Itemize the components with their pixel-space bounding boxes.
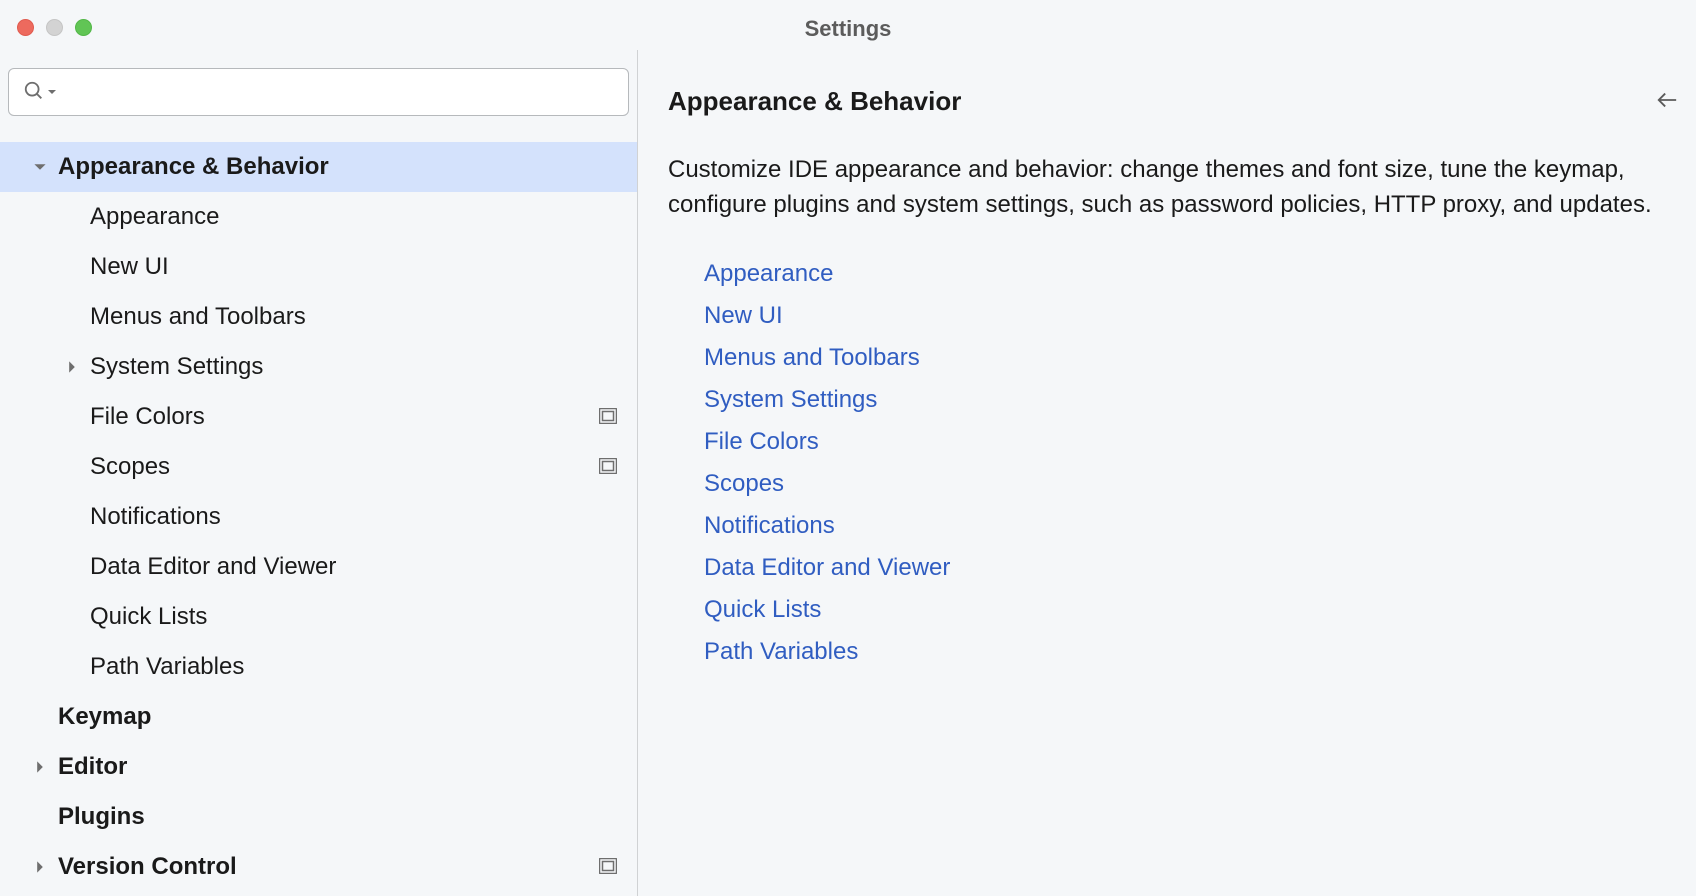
sidebar-item-editor[interactable]: Editor bbox=[0, 742, 637, 792]
sidebar-item-appearance[interactable]: Appearance bbox=[0, 192, 637, 242]
chevron-right-icon[interactable] bbox=[22, 760, 58, 774]
window-maximize-button[interactable] bbox=[75, 19, 92, 36]
sidebar-item-new-ui[interactable]: New UI bbox=[0, 242, 637, 292]
subpage-link-scopes[interactable]: Scopes bbox=[704, 463, 1678, 505]
sidebar-item-menus-and-toolbars[interactable]: Menus and Toolbars bbox=[0, 292, 637, 342]
page-description: Customize IDE appearance and behavior: c… bbox=[668, 153, 1678, 223]
sidebar-item-label: Quick Lists bbox=[90, 603, 617, 631]
sidebar-item-path-variables[interactable]: Path Variables bbox=[0, 642, 637, 692]
sidebar-item-label: Notifications bbox=[90, 503, 617, 531]
subpage-links: AppearanceNew UIMenus and ToolbarsSystem… bbox=[668, 253, 1678, 673]
sidebar-item-quick-lists[interactable]: Quick Lists bbox=[0, 592, 637, 642]
sidebar-item-appearance-behavior[interactable]: Appearance & Behavior bbox=[0, 142, 637, 192]
project-scope-icon bbox=[599, 453, 617, 481]
sidebar-item-label: Scopes bbox=[90, 453, 599, 481]
sidebar-item-label: System Settings bbox=[90, 353, 617, 381]
sidebar-item-label: Appearance & Behavior bbox=[58, 153, 617, 181]
search-box[interactable] bbox=[8, 68, 629, 116]
window-close-button[interactable] bbox=[17, 19, 34, 36]
sidebar-item-data-editor-and-viewer[interactable]: Data Editor and Viewer bbox=[0, 542, 637, 592]
subpage-link-path-variables[interactable]: Path Variables bbox=[704, 631, 1678, 673]
sidebar-item-plugins[interactable]: Plugins bbox=[0, 792, 637, 842]
subpage-link-appearance[interactable]: Appearance bbox=[704, 253, 1678, 295]
sidebar-item-label: New UI bbox=[90, 253, 617, 281]
subpage-link-file-colors[interactable]: File Colors bbox=[704, 421, 1678, 463]
window-title: Settings bbox=[805, 16, 892, 42]
sidebar-item-label: Version Control bbox=[58, 853, 599, 881]
back-button[interactable] bbox=[1656, 89, 1678, 114]
sidebar-item-label: Data Editor and Viewer bbox=[90, 553, 617, 581]
project-scope-icon bbox=[599, 853, 617, 881]
search-icon bbox=[23, 80, 45, 105]
chevron-right-icon[interactable] bbox=[22, 860, 58, 874]
sidebar-item-version-control[interactable]: Version Control bbox=[0, 842, 637, 892]
sidebar-item-label: File Colors bbox=[90, 403, 599, 431]
project-scope-icon bbox=[599, 403, 617, 431]
subpage-link-data-editor-and-viewer[interactable]: Data Editor and Viewer bbox=[704, 547, 1678, 589]
settings-tree: Appearance & Behavior Appearance New UI Men… bbox=[0, 126, 637, 896]
sidebar-item-label: Plugins bbox=[58, 803, 617, 831]
titlebar: Settings bbox=[0, 0, 1696, 50]
subpage-link-menus-and-toolbars[interactable]: Menus and Toolbars bbox=[704, 337, 1678, 379]
sidebar-item-label: Keymap bbox=[58, 703, 617, 731]
sidebar-item-file-colors[interactable]: File Colors bbox=[0, 392, 637, 442]
search-options-caret-icon[interactable] bbox=[47, 84, 57, 100]
sidebar-item-system-settings[interactable]: System Settings bbox=[0, 342, 637, 392]
sidebar-item-label: Path Variables bbox=[90, 653, 617, 681]
window-minimize-button[interactable] bbox=[46, 19, 63, 36]
page-title: Appearance & Behavior bbox=[668, 86, 961, 117]
settings-sidebar: Appearance & Behavior Appearance New UI Men… bbox=[0, 50, 638, 896]
search-input[interactable] bbox=[59, 81, 618, 104]
sidebar-item-scopes[interactable]: Scopes bbox=[0, 442, 637, 492]
subpage-link-new-ui[interactable]: New UI bbox=[704, 295, 1678, 337]
subpage-link-notifications[interactable]: Notifications bbox=[704, 505, 1678, 547]
main-panel: Appearance & Behavior Customize IDE appe… bbox=[638, 50, 1696, 896]
sidebar-item-label: Appearance bbox=[90, 203, 617, 231]
sidebar-item-notifications[interactable]: Notifications bbox=[0, 492, 637, 542]
chevron-down-icon[interactable] bbox=[22, 160, 58, 174]
sidebar-item-keymap[interactable]: Keymap bbox=[0, 692, 637, 742]
subpage-link-system-settings[interactable]: System Settings bbox=[704, 379, 1678, 421]
sidebar-item-label: Editor bbox=[58, 753, 617, 781]
chevron-right-icon[interactable] bbox=[54, 360, 90, 374]
sidebar-item-label: Menus and Toolbars bbox=[90, 303, 617, 331]
subpage-link-quick-lists[interactable]: Quick Lists bbox=[704, 589, 1678, 631]
